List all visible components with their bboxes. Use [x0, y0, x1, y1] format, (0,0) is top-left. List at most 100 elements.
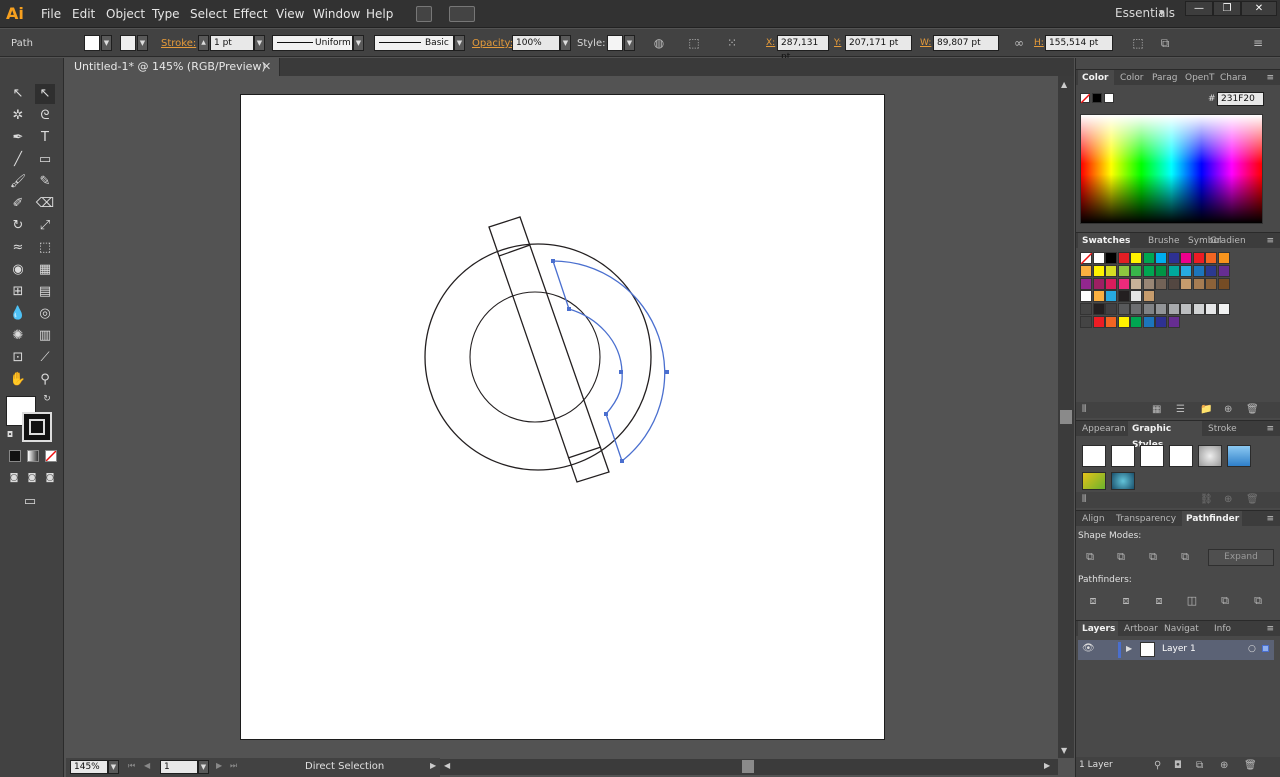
tab-navigator[interactable]: Navigat — [1160, 621, 1199, 637]
scroll-up-icon[interactable]: ▲ — [1061, 80, 1067, 89]
swatch-chip[interactable] — [1130, 290, 1142, 303]
vertical-scrollbar[interactable]: ▲ ▼ — [1058, 76, 1074, 758]
swatch-chip[interactable] — [1217, 252, 1230, 264]
layer-selection-indicator[interactable] — [1262, 645, 1269, 652]
layer-target-icon[interactable]: ○ — [1248, 644, 1256, 654]
next-artboard-icon[interactable]: ▶ — [216, 761, 222, 770]
zoom-field[interactable]: 145% — [70, 760, 108, 774]
swatch-chip[interactable] — [1117, 277, 1130, 290]
swatch-chip[interactable] — [1117, 264, 1130, 277]
artboard-dropdown[interactable]: ▼ — [198, 760, 209, 774]
swatch-chip[interactable] — [1142, 252, 1155, 264]
graphic-style-3[interactable] — [1140, 445, 1164, 467]
swatch-chip[interactable] — [1142, 303, 1155, 316]
delete-layer-icon[interactable]: 🗑 — [1244, 760, 1257, 771]
first-artboard-icon[interactable]: ⏮ — [128, 761, 135, 771]
color-spectrum[interactable] — [1080, 114, 1263, 224]
swatch-chip[interactable] — [1205, 303, 1217, 316]
tab-brushes[interactable]: Brushe — [1144, 233, 1180, 249]
swatch-chip[interactable] — [1180, 277, 1192, 290]
color-panel-menu-icon[interactable]: ≡ — [1266, 70, 1274, 86]
previous-artboard-icon[interactable]: ◀ — [144, 761, 150, 770]
swatch-chip[interactable] — [1092, 316, 1105, 328]
graphic-style-4[interactable] — [1169, 445, 1193, 467]
tab-graphic-styles[interactable]: Graphic Styles — [1128, 421, 1202, 450]
graphic-style-5[interactable] — [1198, 445, 1222, 467]
swatch-chip[interactable] — [1180, 264, 1192, 277]
scroll-right-icon[interactable]: ▶ — [1044, 761, 1050, 770]
swatch-chip[interactable] — [1167, 264, 1180, 277]
black-color-icon[interactable] — [1092, 93, 1102, 103]
tab-info[interactable]: Info — [1210, 621, 1231, 637]
swatch-chip[interactable] — [1105, 277, 1117, 290]
show-swatch-kinds-icon[interactable]: ▦ — [1152, 404, 1161, 415]
swatch-chip[interactable] — [1080, 277, 1092, 290]
none-color-icon[interactable] — [1080, 93, 1090, 103]
status-menu-icon[interactable]: ▶ — [430, 761, 436, 770]
swatch-chip[interactable] — [1105, 264, 1117, 277]
swatches-panel-menu-icon[interactable]: ≡ — [1266, 233, 1274, 249]
tab-pathfinder[interactable]: Pathfinder — [1182, 511, 1242, 527]
outline-icon[interactable]: ⧉ — [1216, 593, 1234, 609]
tab-paragraph[interactable]: Parag — [1148, 70, 1177, 86]
last-artboard-icon[interactable]: ⏭ — [230, 761, 237, 771]
swatch-chip[interactable] — [1117, 316, 1130, 328]
swatch-chip[interactable] — [1117, 290, 1130, 303]
swatch-chip[interactable] — [1180, 303, 1192, 316]
hex-field[interactable]: 231F20 — [1217, 92, 1264, 106]
swatch-chip[interactable] — [1217, 264, 1230, 277]
swatch-chip[interactable] — [1155, 264, 1167, 277]
tab-swatches[interactable]: Swatches — [1078, 233, 1130, 249]
zoom-dropdown[interactable]: ▼ — [108, 760, 119, 774]
swatch-chip[interactable] — [1092, 264, 1105, 277]
layer-row[interactable]: 👁 ▶ Layer 1 ○ — [1078, 640, 1274, 660]
graphic-styles-menu-icon[interactable]: ≡ — [1266, 421, 1274, 437]
graphic-style-8[interactable] — [1111, 472, 1135, 490]
swatch-chip[interactable] — [1142, 264, 1155, 277]
swatch-chip[interactable] — [1117, 252, 1130, 264]
unite-icon[interactable]: ⧉ — [1081, 549, 1099, 565]
tab-character[interactable]: Chara — [1216, 70, 1247, 86]
intersect-icon[interactable]: ⧉ — [1144, 549, 1162, 565]
swatch-chip[interactable] — [1130, 303, 1142, 316]
swatch-chip[interactable] — [1092, 252, 1105, 264]
swatch-chip[interactable] — [1155, 277, 1167, 290]
swatch-libraries-icon[interactable]: ⫴ — [1082, 404, 1086, 415]
swatch-chip[interactable] — [1155, 303, 1167, 316]
swatch-chip[interactable] — [1092, 277, 1105, 290]
tab-color[interactable]: Color — [1078, 70, 1114, 86]
swatch-chip[interactable] — [1130, 277, 1142, 290]
swatch-chip[interactable] — [1192, 252, 1205, 264]
tab-color-guide[interactable]: Color — [1116, 70, 1144, 86]
swatch-chip[interactable] — [1192, 303, 1205, 316]
vertical-scroll-thumb[interactable] — [1060, 410, 1072, 424]
expand-layer-icon[interactable]: ▶ — [1126, 644, 1132, 653]
swatch-chip[interactable] — [1105, 316, 1117, 328]
swatch-chip[interactable] — [1105, 252, 1117, 264]
horizontal-scroll-thumb[interactable] — [742, 760, 754, 773]
trim-icon[interactable]: ⧈ — [1117, 593, 1135, 609]
layer-name[interactable]: Layer 1 — [1162, 644, 1196, 654]
swatch-chip[interactable] — [1130, 316, 1142, 328]
outer-circle[interactable] — [424, 243, 652, 471]
swatch-chip[interactable] — [1105, 303, 1117, 316]
swatch-chip[interactable] — [1155, 252, 1167, 264]
artboard-number-field[interactable]: 1 — [160, 760, 198, 774]
swatch-chip[interactable] — [1217, 303, 1230, 316]
expand-button[interactable]: Expand — [1208, 549, 1274, 566]
new-color-group-icon[interactable]: 📁 — [1200, 404, 1212, 415]
break-link-icon[interactable]: ⛓ — [1200, 494, 1213, 505]
swatch-chip[interactable] — [1080, 316, 1092, 328]
divide-icon[interactable]: ⧈ — [1084, 593, 1102, 609]
swatch-chip[interactable] — [1192, 264, 1205, 277]
white-color-icon[interactable] — [1104, 93, 1114, 103]
swatch-chip[interactable] — [1155, 316, 1167, 328]
new-layer-icon[interactable]: ⊕ — [1220, 760, 1228, 771]
new-sublayer-icon[interactable]: ⧉ — [1196, 760, 1203, 771]
tab-stroke[interactable]: Stroke — [1204, 421, 1237, 437]
scroll-left-icon[interactable]: ◀ — [444, 761, 450, 770]
make-clipping-mask-icon[interactable]: ◘ — [1174, 760, 1182, 771]
graphic-style-6[interactable] — [1227, 445, 1251, 467]
swatch-chip[interactable] — [1080, 252, 1092, 264]
swatch-chip[interactable] — [1080, 303, 1092, 316]
